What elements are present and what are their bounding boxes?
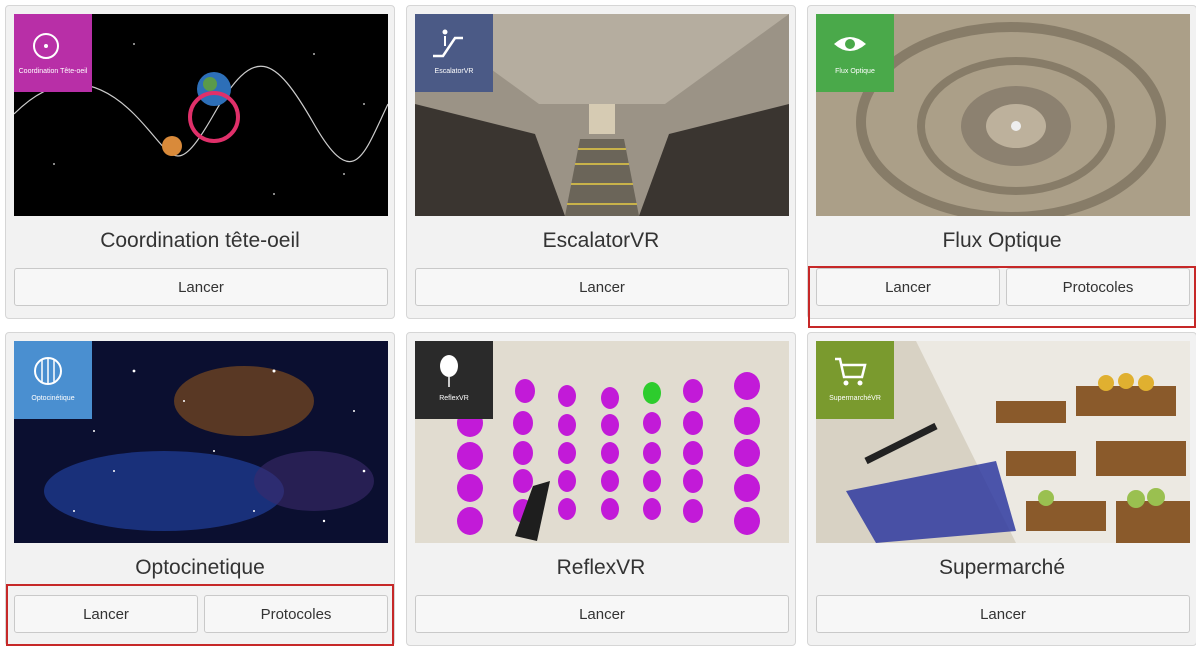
app-card-reflex: ReflexVR ReflexVR Lancer	[406, 332, 796, 646]
eye-icon	[834, 37, 866, 51]
balloon-icon	[440, 355, 458, 387]
app-thumbnail: Optocinétique	[14, 341, 388, 543]
launch-button[interactable]: Lancer	[415, 595, 789, 633]
app-badge-label: SupermarchéVR	[829, 395, 881, 402]
app-badge-label: EscalatorVR	[434, 68, 474, 75]
app-badge: Flux Optique	[816, 14, 894, 92]
app-thumbnail: SupermarchéVR	[816, 341, 1190, 543]
app-badge: SupermarchéVR	[816, 341, 894, 419]
app-badge-label: Optocinétique	[31, 395, 75, 402]
app-thumbnail: Coordination Tête-oeil	[14, 14, 388, 216]
highlight-box-flux-optique	[808, 266, 1196, 328]
app-card-escalator: EscalatorVR EscalatorVR Lancer	[406, 5, 796, 319]
highlight-box-optocinetique	[6, 584, 394, 646]
app-thumbnail: Flux Optique	[816, 14, 1190, 216]
app-title: Coordination tête-oeil	[100, 229, 300, 252]
app-thumbnail: EscalatorVR	[415, 14, 789, 216]
app-thumbnail: ReflexVR	[415, 341, 789, 543]
app-title: Supermarché	[938, 556, 1066, 579]
app-badge-label: Coordination Tête-oeil	[18, 68, 88, 75]
app-badge: Coordination Tête-oeil	[14, 14, 92, 92]
app-badge-label: ReflexVR	[439, 395, 469, 402]
launch-button[interactable]: Lancer	[14, 268, 388, 306]
drum-icon	[34, 357, 62, 385]
launch-button[interactable]: Lancer	[415, 268, 789, 306]
app-badge-label: Flux Optique	[835, 68, 875, 75]
app-badge: EscalatorVR	[415, 14, 493, 92]
app-badge: ReflexVR	[415, 341, 493, 419]
app-card-coordination: Coordination Tête-oeil Coordination tête…	[5, 5, 395, 319]
app-card-supermarche: SupermarchéVR Supermarché Lancer	[807, 332, 1196, 646]
app-title: EscalatorVR	[542, 229, 660, 252]
app-title: Optocinetique	[135, 556, 265, 579]
app-badge: Optocinétique	[14, 341, 92, 419]
cart-icon	[835, 357, 867, 386]
app-title: Flux Optique	[942, 229, 1062, 252]
target-icon	[33, 33, 59, 59]
app-title: ReflexVR	[556, 556, 646, 579]
launch-button[interactable]: Lancer	[816, 595, 1190, 633]
escalator-icon	[433, 29, 463, 58]
